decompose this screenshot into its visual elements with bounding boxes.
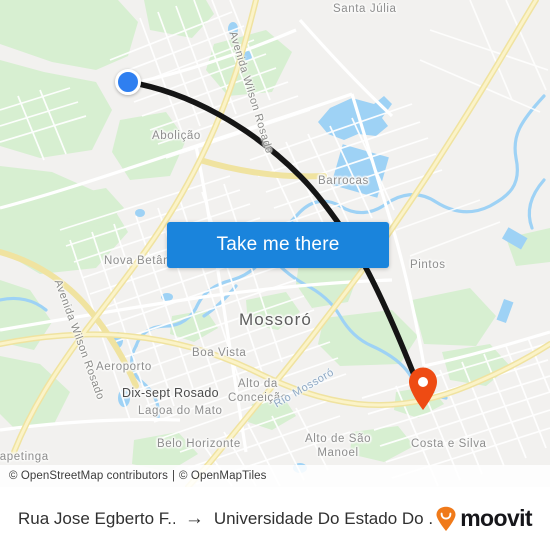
map-canvas[interactable]: Santa Júlia Abolição Barrocas Nova Betânia P…	[0, 0, 550, 487]
attribution-separator: |	[171, 470, 176, 482]
arrow-right-icon: →	[184, 507, 204, 529]
osm-attribution-link[interactable]: © OpenStreetMap contributors	[9, 470, 168, 482]
moovit-wordmark: moovit	[460, 505, 532, 531]
take-me-there-button[interactable]: Take me there	[167, 222, 389, 268]
moovit-pin-icon	[436, 506, 456, 531]
route-origin-label: Rua Jose Egberto F...	[18, 508, 175, 528]
destination-marker[interactable]	[407, 367, 439, 411]
route-destination-label: Universidade Do Estado Do ...	[213, 508, 434, 528]
map-pin-icon	[409, 367, 437, 410]
openmaptiles-attribution-link[interactable]: © OpenMapTiles	[179, 470, 266, 482]
moovit-route-screen: Santa Júlia Abolição Barrocas Nova Betânia P…	[0, 0, 550, 550]
map-attribution: © OpenStreetMap contributors | © OpenMap…	[0, 465, 550, 487]
moovit-logo[interactable]: moovit	[433, 505, 533, 532]
origin-marker[interactable]	[115, 69, 141, 95]
route-summary[interactable]: Rua Jose Egberto F... → Universidade Do …	[18, 508, 433, 530]
route-footer-bar: Rua Jose Egberto F... → Universidade Do …	[0, 487, 550, 550]
